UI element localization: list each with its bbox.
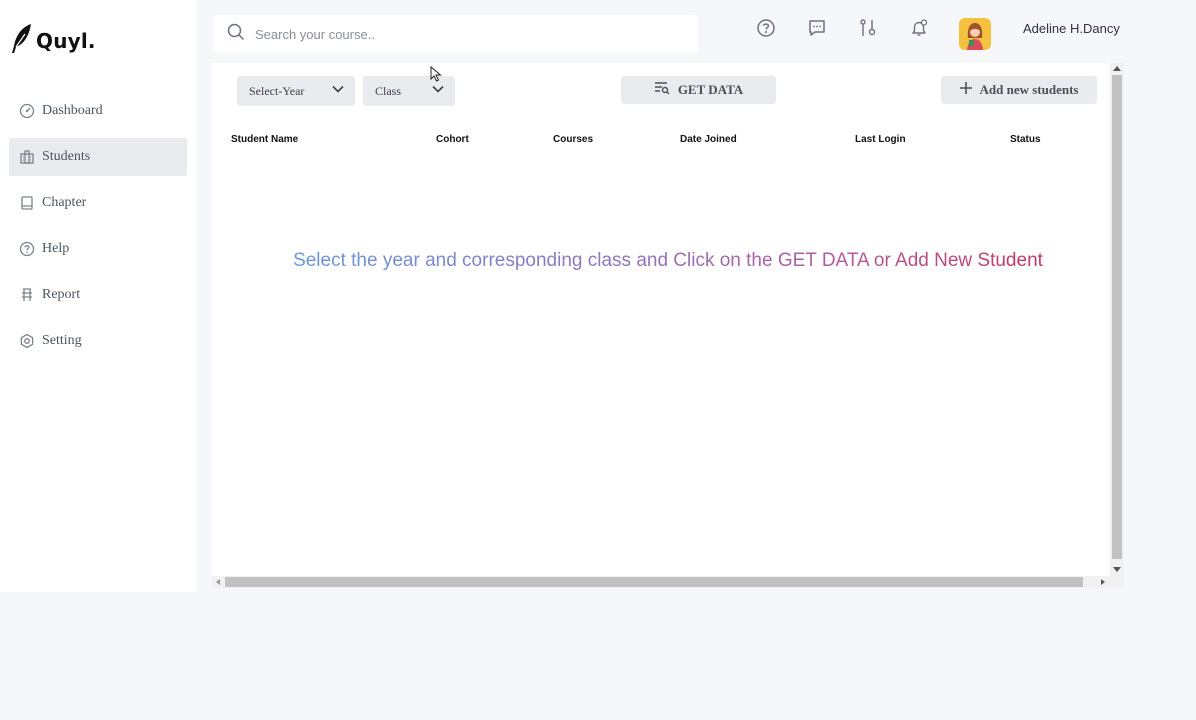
sidebar-item-label: Report [42, 287, 81, 302]
column-header-status[interactable]: Status [1010, 134, 1041, 145]
data-search-icon [654, 81, 670, 99]
search-icon [227, 23, 245, 46]
chat-icon[interactable] [806, 17, 828, 39]
sidebar-item-label: Students [42, 149, 91, 164]
scroll-right-arrow-icon[interactable] [1101, 579, 1105, 585]
year-select-label: Select-Year [249, 83, 305, 98]
search-input[interactable] [255, 26, 675, 42]
sidebar-item-label: Chapter [42, 195, 87, 210]
scroll-down-arrow-icon[interactable] [1113, 567, 1121, 572]
avatar[interactable] [959, 18, 991, 50]
column-header-last-login[interactable]: Last Login [855, 134, 906, 145]
filter-icon[interactable] [857, 17, 879, 39]
app-root: Quyl. Dashboard Students Chapter Help Re… [0, 0, 1196, 720]
dashboard-icon [19, 103, 35, 119]
sidebar-item-dashboard[interactable]: Dashboard [9, 92, 187, 130]
get-data-button[interactable]: GET DATA [621, 76, 776, 104]
column-header-student-name[interactable]: Student Name [231, 134, 298, 145]
students-icon [19, 149, 35, 165]
report-icon [19, 287, 35, 303]
help-icon [19, 241, 35, 257]
search-bar[interactable] [213, 15, 698, 53]
column-header-courses[interactable]: Courses [553, 134, 593, 145]
year-select[interactable]: Select-Year [237, 76, 355, 106]
plus-icon [959, 82, 972, 98]
sidebar-item-label: Dashboard [42, 103, 103, 118]
sidebar: Quyl. Dashboard Students Chapter Help Re… [0, 0, 196, 592]
column-header-date-joined[interactable]: Date Joined [680, 134, 737, 145]
logo[interactable]: Quyl. [10, 22, 96, 59]
scroll-up-arrow-icon[interactable] [1113, 66, 1121, 71]
vertical-scrollbar[interactable] [1110, 63, 1124, 576]
horizontal-scrollbar[interactable] [212, 576, 1124, 588]
horizontal-scroll-thumb[interactable] [225, 577, 1083, 587]
class-select-label: Class [375, 83, 402, 98]
sidebar-item-setting[interactable]: Setting [9, 322, 187, 360]
column-header-cohort[interactable]: Cohort [436, 134, 469, 145]
scroll-left-arrow-icon[interactable] [216, 579, 220, 585]
user-name[interactable]: Adeline H.Dancy [1023, 21, 1120, 36]
add-new-students-button[interactable]: Add new students [941, 76, 1097, 104]
vertical-scroll-thumb[interactable] [1112, 75, 1122, 559]
chevron-down-icon [331, 82, 345, 100]
sidebar-item-report[interactable]: Report [9, 276, 187, 314]
sidebar-nav: Dashboard Students Chapter Help Report S… [9, 92, 187, 368]
sidebar-item-help[interactable]: Help [9, 230, 187, 268]
sidebar-item-students[interactable]: Students [9, 138, 187, 176]
students-panel: Select-Year Class GET DATA Add new stude… [212, 63, 1110, 576]
add-new-students-label: Add new students [979, 82, 1079, 97]
feather-logo-icon [10, 22, 34, 59]
notification-icon[interactable] [908, 17, 930, 39]
empty-state-message: Select the year and corresponding class … [212, 250, 1124, 272]
mouse-cursor-icon [430, 65, 442, 87]
sidebar-item-chapter[interactable]: Chapter [9, 184, 187, 222]
get-data-label: GET DATA [677, 82, 744, 97]
settings-icon [19, 333, 35, 349]
sidebar-item-label: Help [42, 241, 70, 256]
brand-name: Quyl. [36, 28, 96, 53]
book-icon [19, 195, 35, 211]
help-icon[interactable] [755, 17, 777, 39]
sidebar-item-label: Setting [42, 333, 82, 348]
